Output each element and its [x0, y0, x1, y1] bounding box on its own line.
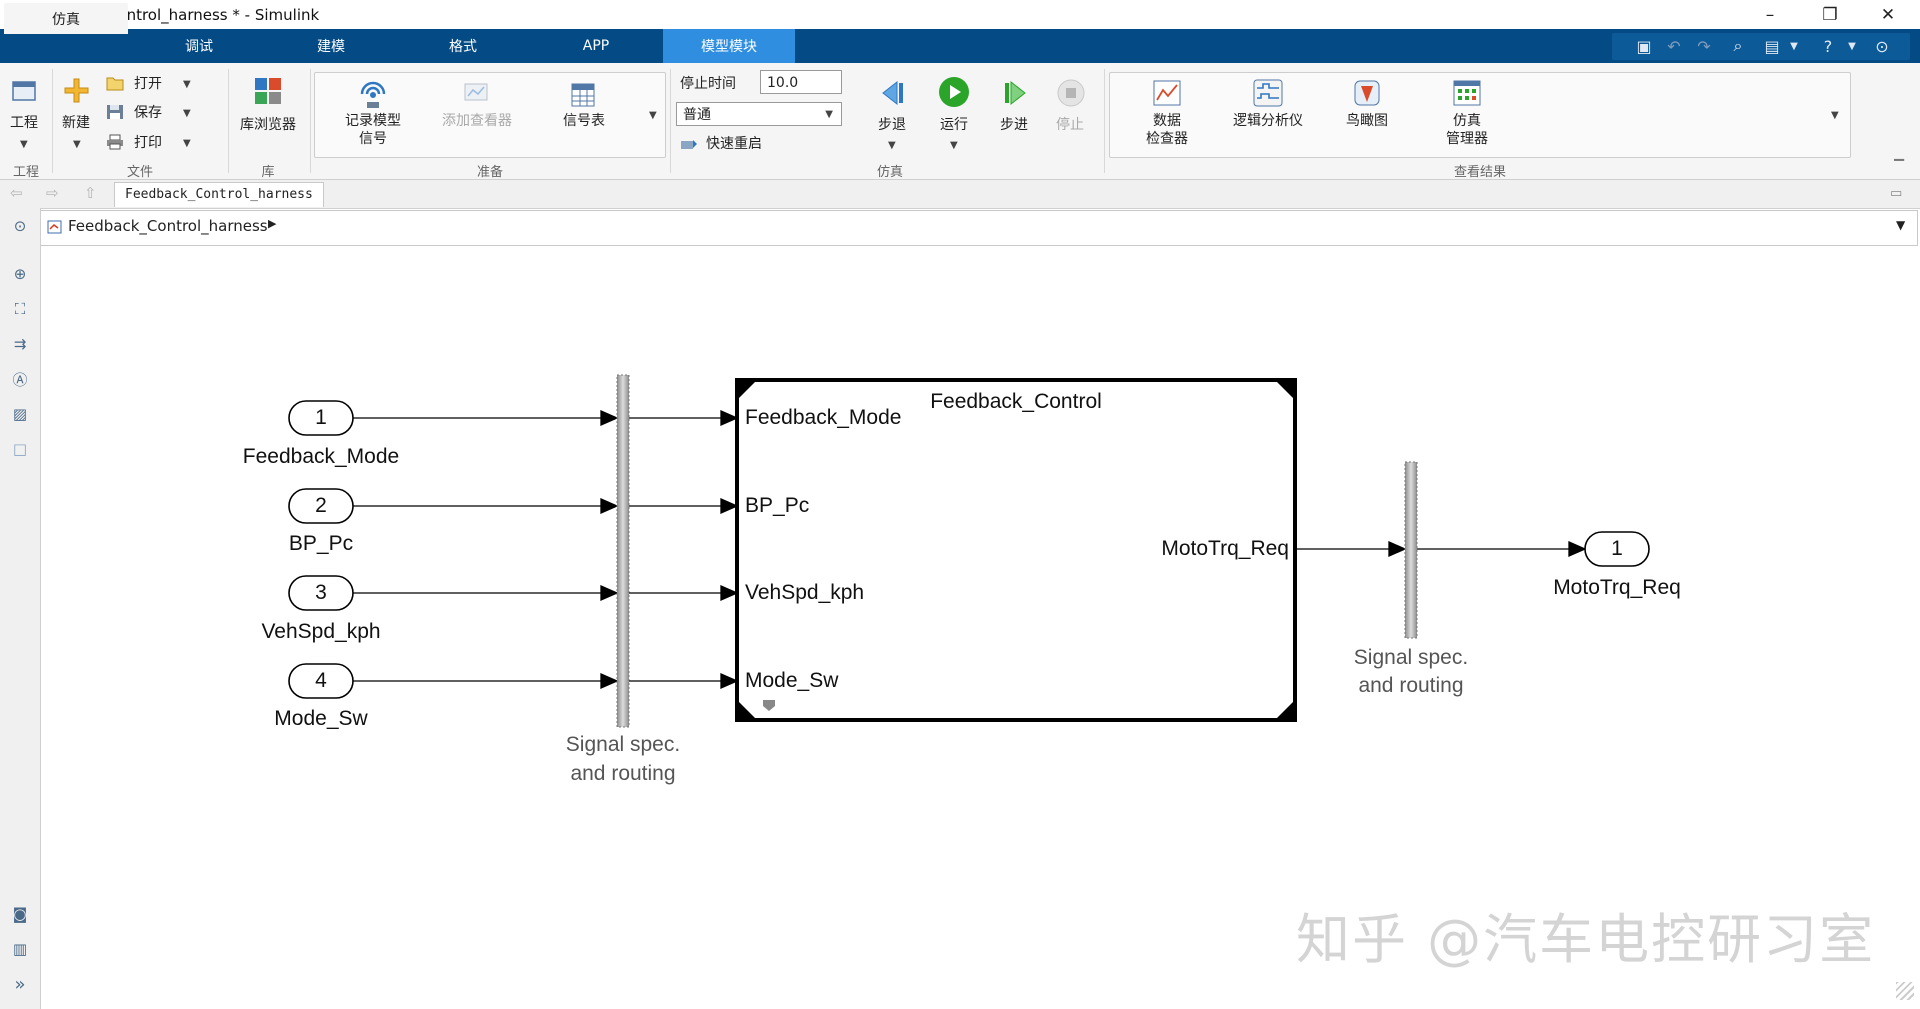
subsystem-input-port-4: Mode_Sw [745, 669, 839, 692]
routing-label-2-line2[interactable]: and routing [1311, 674, 1511, 698]
signal-routing-bus-2 [1404, 461, 1418, 639]
inport-3-name[interactable]: VehSpd_kph [201, 620, 441, 644]
outport-1-number[interactable]: 1 [1585, 537, 1649, 561]
inport-2-number[interactable]: 2 [289, 494, 353, 518]
subsystem-input-port-1: Feedback_Mode [745, 406, 902, 429]
resize-grip-icon[interactable] [1896, 982, 1914, 1000]
routing-label-1-line1[interactable]: Signal spec. [523, 733, 723, 757]
signal-routing-bus-1 [616, 374, 630, 728]
inport-2-name[interactable]: BP_Pc [201, 532, 441, 556]
subsystem-output-port: MotoTrq_Req [1161, 537, 1289, 560]
outport-1-name[interactable]: MotoTrq_Req [1497, 576, 1737, 600]
inport-1-name[interactable]: Feedback_Mode [201, 445, 441, 469]
inport-1-number[interactable]: 1 [289, 406, 353, 430]
subsystem-title[interactable]: Feedback_Control [866, 390, 1166, 414]
inport-3-number[interactable]: 3 [289, 581, 353, 605]
watermark: 知乎 @汽车电控研习室 [1296, 908, 1876, 971]
signal-lines-to-subsystem [629, 410, 739, 689]
diagram-graphics [288, 374, 1650, 728]
inport-4-number[interactable]: 4 [289, 669, 353, 693]
signal-line-out [1295, 541, 1587, 557]
subsystem-input-port-3: VehSpd_kph [745, 581, 865, 604]
routing-label-1-line2[interactable]: and routing [523, 762, 723, 786]
subsystem-input-port-2: BP_Pc [745, 494, 810, 517]
routing-label-2-line1[interactable]: Signal spec. [1311, 646, 1511, 670]
inport-4-name[interactable]: Mode_Sw [201, 707, 441, 731]
